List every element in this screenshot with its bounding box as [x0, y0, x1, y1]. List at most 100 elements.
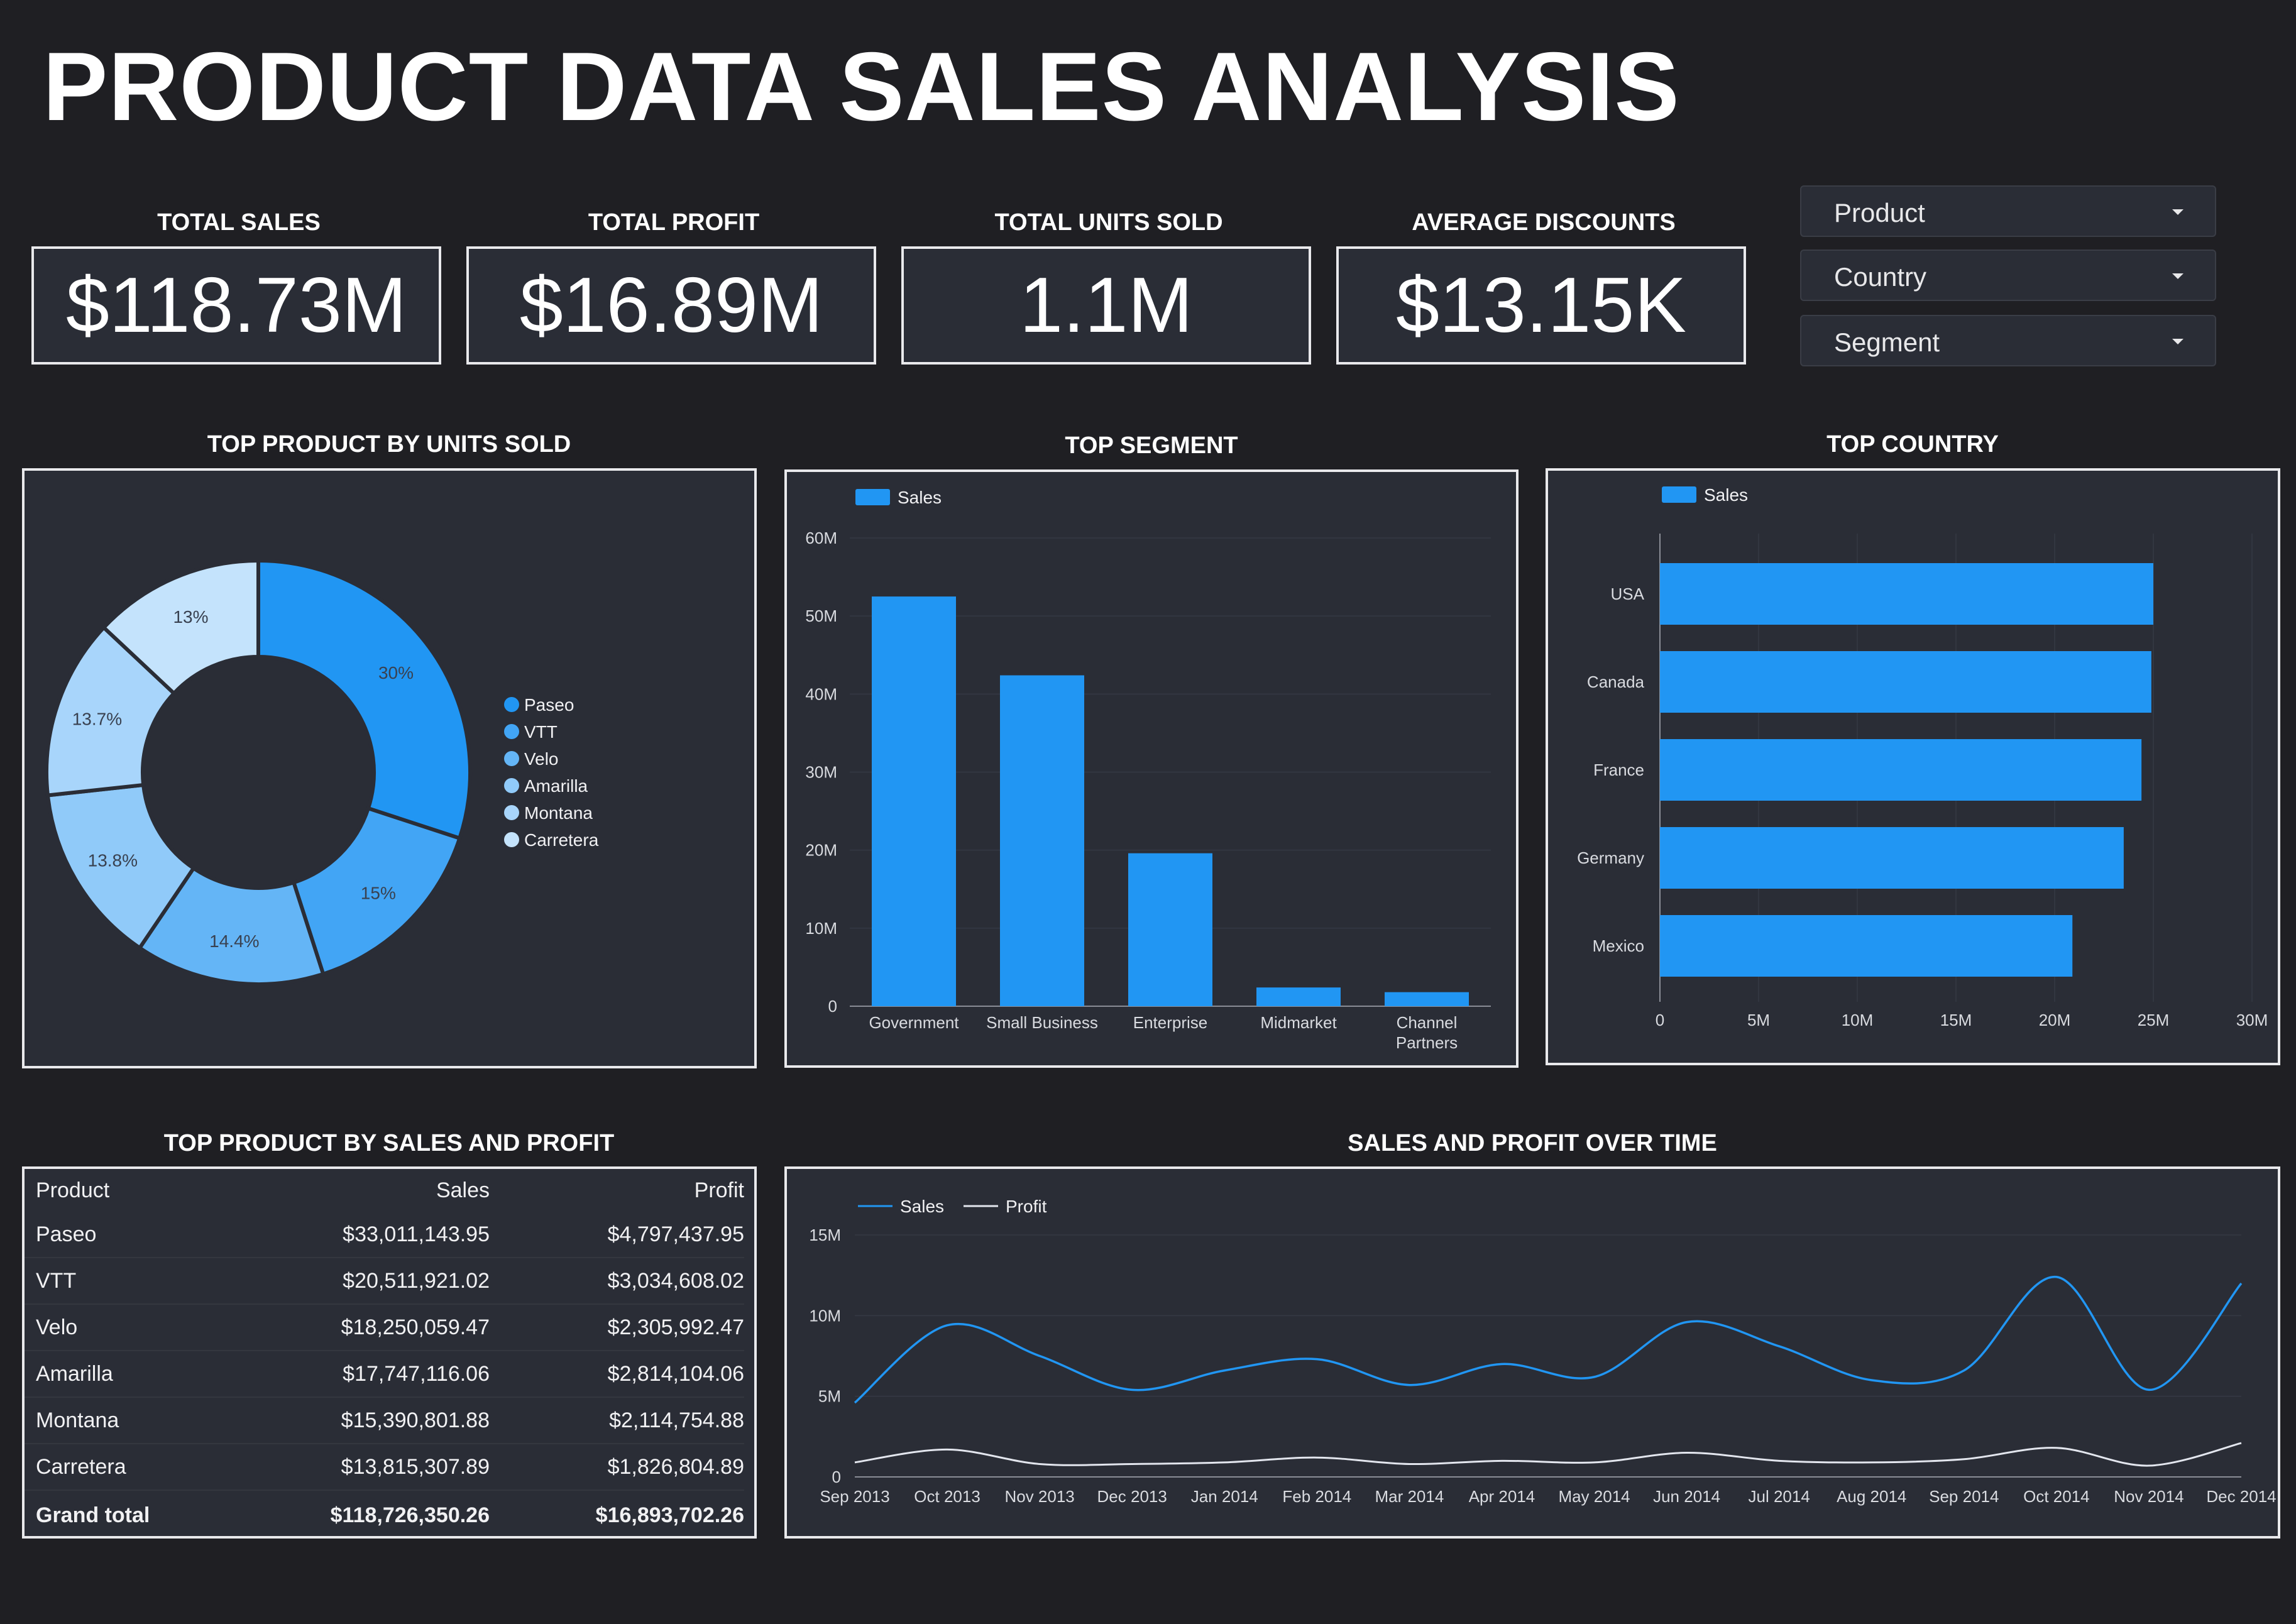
x-tick-label: Channel	[1397, 1013, 1458, 1032]
chevron-down-icon	[2172, 273, 2183, 279]
table-row: Carretera $13,815,307.89 $1,826,804.89	[25, 1444, 744, 1491]
table-header-row: Product Sales Profit	[25, 1169, 744, 1212]
table-cell-sales: $18,250,059.47	[226, 1304, 490, 1351]
bar-small-business	[1000, 675, 1084, 1006]
donut-slice-label: 15%	[361, 884, 396, 903]
chevron-down-icon	[2172, 339, 2183, 344]
grand-total-profit: $16,893,702.26	[595, 1503, 744, 1527]
x-tick-label: Small Business	[986, 1013, 1098, 1032]
kpi-total-profit-value: $16.89M	[466, 246, 876, 365]
table-cell-sales: $20,511,921.02	[226, 1258, 490, 1305]
table-header-sales[interactable]: Sales	[226, 1169, 490, 1212]
table-header-profit[interactable]: Profit	[490, 1169, 744, 1212]
y-tick-label: Canada	[1587, 672, 1645, 691]
y-tick-label: 15M	[809, 1226, 841, 1244]
page-title: PRODUCT DATA SALES ANALYSIS	[43, 32, 1680, 141]
x-tick-label: 15M	[1940, 1011, 1972, 1029]
x-tick-label: Nov 2014	[2114, 1487, 2183, 1506]
kpi-total-units-value: 1.1M	[901, 246, 1311, 365]
segment-chart-panel: 0 10M 20M 30M 40M 50M 60M Sales Government Small …	[784, 469, 1519, 1068]
grand-total-label: Grand total	[36, 1503, 150, 1527]
x-tick-label: Nov 2013	[1004, 1487, 1074, 1506]
table-cell-profit: $2,814,104.06	[490, 1351, 744, 1398]
table-grand-total-row: Grand total $118,726,350.26 $16,893,702.…	[25, 1490, 744, 1540]
x-tick-label: Midmarket	[1260, 1013, 1337, 1032]
y-tick-label: 10M	[805, 919, 837, 938]
segment-bar-chart: 0 10M 20M 30M 40M 50M 60M Sales Government Small …	[805, 488, 1491, 1052]
x-tick-label: 0	[1656, 1011, 1664, 1029]
sales-profit-line-chart: 0 5M 10M 15M Sep 2013 Oct 2013 Nov 2013 Dec 201…	[809, 1197, 2276, 1506]
y-tick-label: 5M	[818, 1387, 841, 1406]
y-tick-label: USA	[1611, 584, 1645, 603]
y-tick-label: 10M	[809, 1306, 841, 1325]
table-cell-sales: $33,011,143.95	[226, 1212, 490, 1258]
y-tick-label: 0	[832, 1468, 841, 1486]
x-tick-label: Enterprise	[1133, 1013, 1208, 1032]
series-line-profit	[854, 1442, 2242, 1467]
y-tick-label: Germany	[1577, 848, 1644, 867]
table-row: Velo $18,250,059.47 $2,305,992.47	[25, 1304, 744, 1351]
series-line-sales	[854, 1275, 2243, 1404]
table-cell-product: Amarilla	[25, 1351, 226, 1398]
bar-mexico	[1660, 915, 2073, 977]
x-tick-label: Sep 2014	[1929, 1487, 1999, 1506]
kpi-total-profit-label: TOTAL PROFIT	[588, 209, 760, 236]
bar-france	[1660, 739, 2142, 801]
donut-slice-label: 14.4%	[209, 931, 259, 951]
x-tick-label: Jul 2014	[1749, 1487, 1810, 1506]
product-table-panel: Product Sales Profit Paseo $33,011,143.9…	[22, 1166, 757, 1539]
table-cell-profit: $1,826,804.89	[490, 1444, 744, 1491]
x-tick-label: 20M	[2039, 1011, 2071, 1029]
table-cell-profit: $3,034,608.02	[490, 1258, 744, 1305]
y-tick-label: France	[1593, 760, 1644, 779]
kpi-total-sales-label: TOTAL SALES	[157, 209, 321, 236]
legend-label-amarilla: Amarilla	[524, 776, 588, 796]
legend-label-sales: Sales	[898, 488, 942, 507]
line-chart-panel: 0 5M 10M 15M Sep 2013 Oct 2013 Nov 2013 Dec 201…	[784, 1166, 2280, 1539]
x-tick-label: 30M	[2236, 1011, 2268, 1029]
table-cell-sales: $17,747,116.06	[226, 1351, 490, 1398]
y-tick-label: 30M	[805, 763, 837, 782]
table-header-product[interactable]: Product	[25, 1169, 226, 1212]
legend-dot-icon	[504, 724, 519, 739]
legend-label-vtt: VTT	[524, 722, 558, 742]
x-tick-label: Partners	[1396, 1033, 1458, 1052]
x-tick-label: Oct 2013	[914, 1487, 980, 1506]
table-cell-product: Paseo	[25, 1212, 226, 1258]
table-row: Paseo $33,011,143.95 $4,797,437.95	[25, 1212, 744, 1258]
legend-label-carretera: Carretera	[524, 830, 599, 850]
x-tick-label: Oct 2014	[2023, 1487, 2090, 1506]
table-row: Montana $15,390,801.88 $2,114,754.88	[25, 1397, 744, 1444]
kpi-total-sales-value: $118.73M	[31, 246, 441, 365]
grand-total-sales: $118,726,350.26	[330, 1503, 490, 1527]
legend-dot-icon	[504, 751, 519, 766]
filter-segment-label: Segment	[1834, 327, 1940, 357]
filter-product-dropdown[interactable]: Product	[1800, 185, 2216, 237]
x-tick-label: Jan 2014	[1191, 1487, 1258, 1506]
legend-label-montana: Montana	[524, 803, 593, 823]
legend-label-sales: Sales	[900, 1197, 944, 1216]
table-cell-product: Velo	[25, 1304, 226, 1351]
x-tick-label: Sep 2013	[820, 1487, 889, 1506]
table-row: VTT $20,511,921.02 $3,034,608.02	[25, 1258, 744, 1305]
filter-country-dropdown[interactable]: Country	[1800, 250, 2216, 301]
bar-midmarket	[1256, 987, 1341, 1006]
legend-dot-icon	[504, 805, 519, 820]
legend-label-velo: Velo	[524, 749, 559, 769]
kpi-average-discounts-label: AVERAGE DISCOUNTS	[1412, 209, 1676, 236]
x-tick-label: Dec 2013	[1097, 1487, 1167, 1506]
y-tick-label: 60M	[805, 529, 837, 547]
table-cell-product: VTT	[25, 1258, 226, 1305]
country-chart-title: TOP COUNTRY	[1826, 431, 1999, 458]
x-tick-label: Dec 2014	[2206, 1487, 2276, 1506]
filter-segment-dropdown[interactable]: Segment	[1800, 315, 2216, 366]
y-tick-label: 50M	[805, 606, 837, 625]
table-cell-product: Montana	[25, 1397, 226, 1444]
y-tick-label: Mexico	[1593, 936, 1644, 955]
bar-canada	[1660, 651, 2151, 713]
filter-country-label: Country	[1834, 262, 1927, 292]
table-cell-profit: $2,114,754.88	[490, 1397, 744, 1444]
donut-chart-panel: 30% 15% 14.4% 13.8% 13.7% 13% Paseo VTT Velo Amar…	[22, 468, 757, 1068]
x-tick-label: Jun 2014	[1653, 1487, 1720, 1506]
line-chart-title: SALES AND PROFIT OVER TIME	[1348, 1130, 1717, 1156]
